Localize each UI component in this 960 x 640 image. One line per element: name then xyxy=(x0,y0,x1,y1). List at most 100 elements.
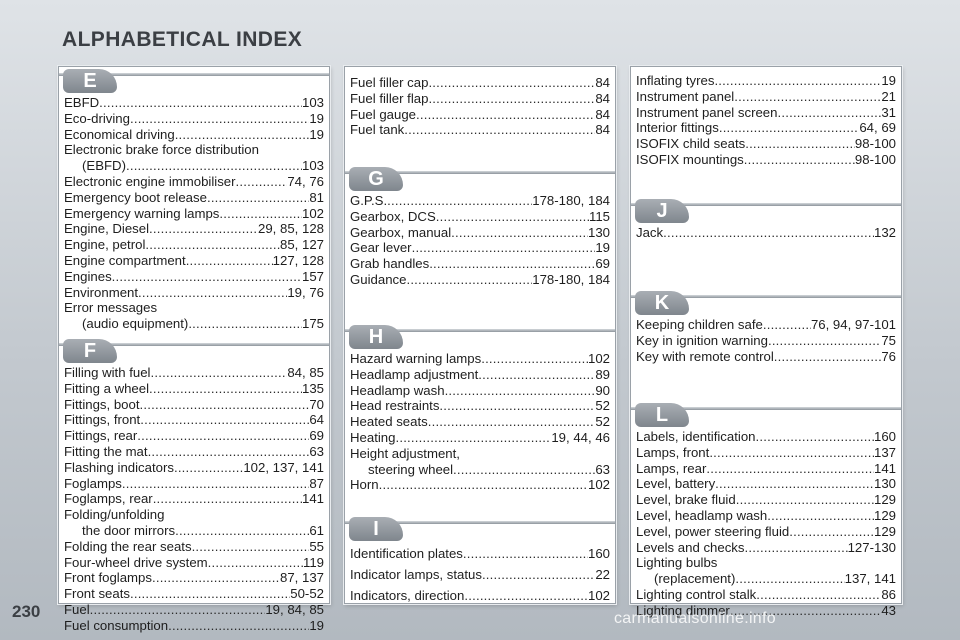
index-entry: Keeping children safe 76, 94, 97-101 xyxy=(636,317,896,333)
index-entry-text: Identification plates xyxy=(350,546,463,561)
index-entry-text: Fuel filler flap xyxy=(350,90,429,106)
index-entry-text: Instrument panel xyxy=(636,88,735,104)
index-entry-page: 175 xyxy=(301,316,324,332)
index-entry-page: 135 xyxy=(301,380,324,396)
dot-leader xyxy=(122,476,309,492)
index-entry: Front seats 50-52 xyxy=(64,586,324,602)
index-entry: Key in ignition warning 75 xyxy=(636,333,896,349)
index-entry-text: Hazard warning lamps xyxy=(350,351,482,366)
dot-leader xyxy=(714,73,881,89)
index-entry: Fuel gauge 84 xyxy=(350,107,610,123)
index-entry: Folding/unfolding xyxy=(64,507,324,523)
dot-leader xyxy=(138,285,287,301)
dot-leader xyxy=(744,152,855,168)
index-entry-list: Identification plates 160 Indicator lamps,… xyxy=(345,543,615,606)
index-entry: Electronic engine immobiliser 74, 76 xyxy=(64,174,324,190)
dot-leader xyxy=(451,225,588,241)
index-entry: Gearbox, DCS 115 xyxy=(350,209,610,225)
index-entry: Heated seats 52 xyxy=(350,414,610,430)
dot-leader xyxy=(428,75,595,91)
dot-leader xyxy=(404,122,595,138)
dot-leader xyxy=(756,587,881,603)
section-header: H xyxy=(345,325,615,351)
index-entry: Emergency boot release 81 xyxy=(64,190,324,206)
index-entry-list: Hazard warning lamps102Headlamp adjustme… xyxy=(345,351,615,493)
dot-leader xyxy=(379,477,588,493)
index-entry-page: 129 xyxy=(873,523,896,539)
index-entry-text: Lamps, rear xyxy=(636,460,707,476)
dot-leader xyxy=(663,225,874,241)
index-entry: Fuel tank 84 xyxy=(350,122,610,138)
index-entry-list: Jack 132 xyxy=(631,225,901,241)
page-number: 230 xyxy=(12,602,41,621)
index-entry-page: 76, 94, 97-101 xyxy=(810,317,896,332)
index-entry: Height adjustment, xyxy=(350,446,610,462)
index-entry: ISOFIX child seats 98-100 xyxy=(636,136,896,152)
dot-leader xyxy=(406,272,532,288)
index-entry: Gearbox, manual 130 xyxy=(350,225,610,241)
index-entry-page: 102 xyxy=(301,205,324,221)
index-entry-text: steering wheel xyxy=(368,461,454,477)
section-header: G xyxy=(345,167,615,193)
index-entry-text: Eco-driving xyxy=(64,110,130,126)
index-entry-page: 19 xyxy=(309,617,324,633)
index-entry-page: 127, 128 xyxy=(272,252,324,268)
dot-leader xyxy=(768,333,881,349)
page-title: ALPHABETICAL INDEX xyxy=(62,28,303,51)
index-entry-text: Heated seats xyxy=(350,414,428,430)
dot-leader xyxy=(236,174,288,190)
dot-leader xyxy=(453,462,595,478)
index-entry-text: Head restraints xyxy=(350,398,440,414)
index-entry-text: Interior fittings xyxy=(636,120,719,136)
index-entry: Fuel 19, 84, 85 xyxy=(64,602,324,618)
index-entry-text: Filling with fuel xyxy=(64,365,151,380)
index-entry: Fitting a wheel 135 xyxy=(64,381,324,397)
index-entry-text: Level, brake fluid xyxy=(636,492,736,508)
dot-leader xyxy=(168,618,309,634)
index-entry-page: 119 xyxy=(302,554,324,570)
index-entry-text: Guidance xyxy=(350,271,407,287)
index-entry: Hazard warning lamps 102 xyxy=(350,351,610,367)
index-entry: Foglamps 87 xyxy=(64,476,324,492)
index-entry: ISOFIX mountings 98-100 xyxy=(636,152,896,168)
index-entry-text: Labels, identification xyxy=(636,429,756,444)
section-letter-tab: E xyxy=(63,69,117,93)
section-letter-tab: F xyxy=(63,339,117,363)
index-entry-text: Lighting bulbs xyxy=(636,555,718,571)
index-entry: Engine, petrol 85, 127 xyxy=(64,237,324,253)
dot-leader xyxy=(140,397,310,413)
index-entry-text: Level, headlamp wash xyxy=(636,507,768,523)
index-entry-text: Keeping children safe xyxy=(636,317,763,332)
dot-leader xyxy=(481,351,588,367)
index-entry-page: 55 xyxy=(309,538,324,554)
dot-leader xyxy=(429,256,595,272)
index-entry: Instrument panel screen 31 xyxy=(636,105,896,121)
index-entry: Emergency warning lamps 102 xyxy=(64,206,324,222)
index-entry-text: Flashing indicators xyxy=(64,459,174,475)
index-entry: (replacement) 137, 141 xyxy=(636,571,896,587)
dot-leader xyxy=(395,430,551,446)
index-entry-page: 63 xyxy=(595,461,610,477)
dot-leader xyxy=(436,209,589,225)
index-entry-text: Fittings, rear xyxy=(64,428,138,444)
index-section-h: H Hazard warning lamps102Headlamp adjust… xyxy=(345,325,615,493)
dot-leader xyxy=(464,585,588,606)
dot-leader xyxy=(145,237,280,253)
index-entry: Guidance 178-180, 184 xyxy=(350,272,610,288)
index-entry-text: Gear lever xyxy=(350,240,412,256)
section-letter-tab: J xyxy=(635,199,689,223)
index-entry-page: 21 xyxy=(881,88,896,104)
dot-leader xyxy=(151,365,288,381)
index-entry: Fuel filler cap 84 xyxy=(350,75,610,91)
index-entry-page: 102 xyxy=(587,588,610,603)
index-entry-text: Heating xyxy=(350,429,396,445)
section-letter-tab: H xyxy=(349,325,403,349)
index-entry-text: Indicators, direction xyxy=(350,588,465,603)
index-entry-text: Gearbox, manual xyxy=(350,224,452,240)
index-entry-text: Fitting a wheel xyxy=(64,380,150,396)
index-entry-text: Gearbox, DCS xyxy=(350,208,436,224)
index-entry: Fittings, front 64 xyxy=(64,412,324,428)
dot-leader xyxy=(709,445,874,461)
index-entry-page: 102 xyxy=(587,351,610,366)
index-entry: Engines 157 xyxy=(64,269,324,285)
